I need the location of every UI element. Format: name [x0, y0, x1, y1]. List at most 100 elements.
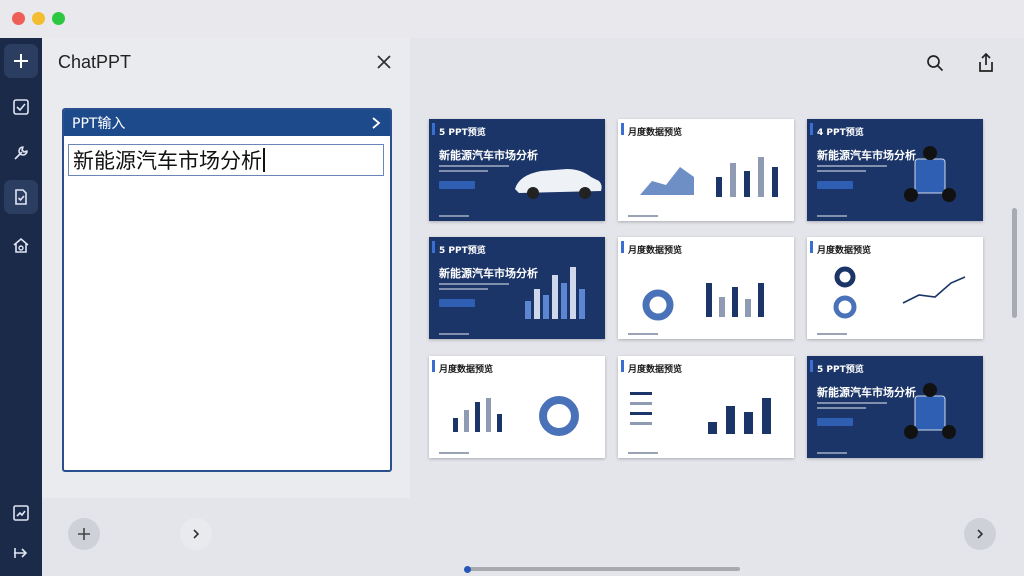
vertical-scrollbar[interactable] — [1012, 208, 1017, 318]
legend-swatch — [630, 422, 652, 425]
donut-chart — [642, 289, 674, 321]
donut-chart — [834, 266, 856, 288]
window-titlebar — [0, 0, 1024, 38]
bar — [453, 418, 458, 432]
slide-footer — [628, 452, 658, 454]
slide-button — [439, 181, 475, 189]
bar — [561, 283, 567, 319]
slide-button — [817, 181, 853, 189]
bar — [570, 267, 576, 319]
panel-title: ChatPPT — [58, 52, 132, 72]
bar — [744, 412, 753, 434]
robot-wheel — [904, 425, 918, 439]
documents-button[interactable] — [4, 180, 38, 214]
home-gear-icon — [13, 237, 29, 253]
donut-chart — [833, 295, 857, 319]
slide-heading: 新能源汽车市场分析 — [439, 149, 538, 162]
slide-thumbnail[interactable]: 5 PPT预览 新能源汽车市场分析 — [807, 356, 983, 458]
robot-body — [914, 395, 946, 431]
export-button[interactable] — [4, 536, 38, 570]
tasks-button[interactable] — [4, 90, 38, 124]
slide-footer — [817, 333, 847, 335]
bar — [719, 297, 725, 317]
tools-button[interactable] — [4, 136, 38, 170]
donut-chart — [539, 396, 579, 436]
bar — [543, 295, 549, 319]
slide-heading: 新能源汽车市场分析 — [439, 267, 538, 280]
horizontal-scrollbar[interactable] — [466, 567, 740, 571]
slide-thumbnail[interactable]: 5 PPT预览 新能源汽车市场分析 — [429, 237, 605, 339]
slide-graphic — [833, 266, 966, 319]
legend-swatch — [630, 402, 652, 405]
slide-button — [817, 418, 853, 426]
slide-text-lines — [439, 165, 509, 175]
slide-footer — [628, 215, 658, 217]
chevron-right-icon — [193, 529, 200, 539]
close-panel-button[interactable] — [374, 52, 394, 72]
next-page-button[interactable] — [964, 518, 996, 550]
close-window-button[interactable] — [12, 12, 25, 25]
area-series — [640, 167, 694, 195]
bar — [730, 163, 736, 197]
bar — [486, 398, 491, 432]
bar — [464, 410, 469, 432]
chevron-right-icon[interactable] — [370, 117, 382, 129]
input-header: PPT输入 — [64, 110, 390, 136]
bar — [772, 167, 778, 197]
legend-swatch — [630, 392, 652, 395]
bar — [716, 177, 722, 197]
document-check-icon — [15, 189, 27, 205]
export-icon — [14, 548, 28, 558]
slide-thumbnail[interactable]: 4 PPT预览 新能源汽车市场分析 — [807, 119, 983, 221]
slide-text-lines — [817, 402, 887, 412]
new-button[interactable] — [4, 44, 38, 78]
bar — [497, 414, 502, 432]
slide-footer — [817, 452, 847, 454]
minimize-window-button[interactable] — [32, 12, 45, 25]
line-series — [902, 276, 966, 304]
input-header-label: PPT输入 — [72, 116, 126, 132]
robot-wheel — [942, 425, 956, 439]
close-icon — [377, 55, 391, 69]
robot-body — [914, 158, 946, 194]
chat-panel: ChatPPT PPT输入 新能源汽车市场分析 — [42, 38, 410, 498]
analytics-button[interactable] — [4, 496, 38, 530]
robot-wheel — [942, 188, 956, 202]
slide-thumbnail[interactable]: 月度数据预览 — [618, 119, 794, 221]
plus-icon — [78, 528, 90, 540]
search-icon — [927, 55, 944, 72]
slide-button — [439, 299, 475, 307]
slide-thumbnail[interactable]: 5 PPT预览 新能源汽车市场分析 — [429, 119, 605, 221]
slide-footer — [628, 333, 658, 335]
slide-heading: 新能源汽车市场分析 — [817, 386, 916, 399]
plus-icon — [14, 54, 28, 68]
slide-text-lines — [439, 283, 509, 293]
slide-thumbnail[interactable]: 月度数据预览 — [429, 356, 605, 458]
checkbox-icon — [13, 99, 29, 115]
topic-input-value: 新能源汽车市场分析 — [73, 149, 262, 173]
robot-head — [923, 146, 937, 160]
chart-icon — [13, 505, 29, 521]
bar — [726, 406, 735, 434]
bar — [475, 402, 480, 432]
scroll-position-indicator[interactable] — [464, 566, 471, 573]
bar — [525, 301, 531, 319]
bar — [579, 289, 585, 319]
search-button[interactable] — [924, 52, 946, 74]
slide-graphic — [642, 283, 764, 321]
slide-heading: 新能源汽车市场分析 — [817, 149, 916, 162]
bar — [744, 171, 750, 197]
bar — [706, 283, 712, 317]
home-settings-button[interactable] — [4, 228, 38, 262]
add-button[interactable] — [68, 518, 100, 550]
send-button[interactable] — [180, 518, 212, 550]
car-wheel — [527, 187, 539, 199]
zoom-window-button[interactable] — [52, 12, 65, 25]
chevron-right-icon — [977, 529, 984, 539]
slide-footer — [439, 215, 469, 217]
slide-thumbnail[interactable]: 月度数据预览 — [807, 237, 983, 339]
slide-thumbnail[interactable]: 月度数据预览 — [618, 237, 794, 339]
topic-input[interactable]: 新能源汽车市场分析 — [68, 144, 384, 176]
slide-thumbnail[interactable]: 月度数据预览 — [618, 356, 794, 458]
share-button[interactable] — [975, 52, 997, 74]
